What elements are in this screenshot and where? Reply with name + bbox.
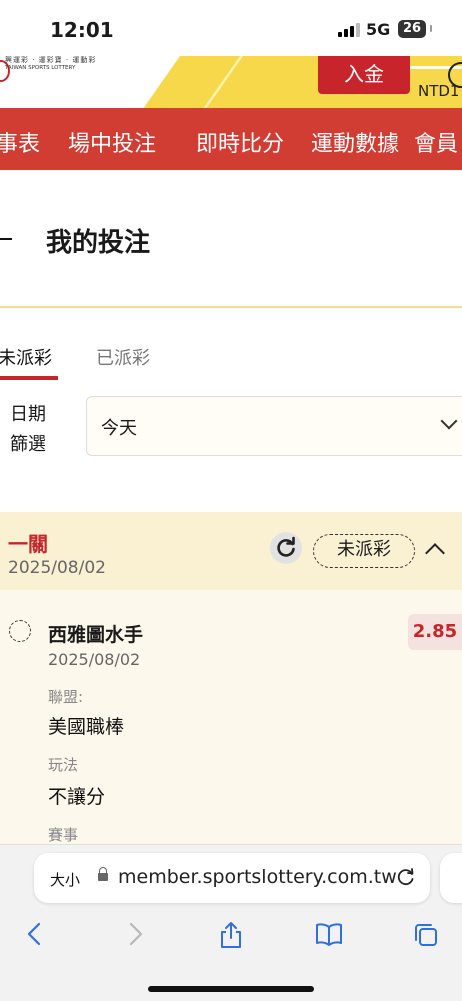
browser-toolbar: 大小 member.sportslottery.com.tw [0,844,462,1001]
lock-icon [98,867,108,881]
nav-item-schedule[interactable]: 事表 [0,126,40,158]
site-header: 興運彩 · 運彩寶 · 運動彩 TAIWAN SPORTS LOTTERY 入金… [0,56,462,108]
selection-status-icon [9,620,31,642]
bet-card-header[interactable]: 一關 2025/08/02 未派彩 [0,512,462,590]
selection-team: 西雅圖水手 [48,624,144,646]
logo-subtext: TAIWAN SPORTS LOTTERY [5,65,76,71]
balance-text: NTD1 [418,82,460,100]
selection-date: 2025/08/02 [48,650,141,669]
play-label: 玩法 [48,756,79,774]
forward-icon[interactable] [124,921,146,947]
main-nav: 事表 場中投注 即時比分 運動數據 會員 [0,108,462,170]
reload-icon[interactable] [394,865,418,889]
bookmarks-icon[interactable] [314,921,344,947]
deposit-button[interactable]: 入金 [318,56,410,94]
nav-item-live-scores[interactable]: 即時比分 [196,126,284,158]
date-filter-select[interactable]: 今天 [86,396,462,456]
date-filter-label: 日期篩選 [10,404,46,455]
header-decoration [143,56,462,108]
share-icon[interactable] [218,921,244,949]
league-value: 美國職棒 [48,716,125,738]
chevron-up-icon[interactable] [425,543,445,563]
status-bar: 12:01 5G 26 [0,0,462,56]
league-label: 聯盟: [48,688,84,706]
tab-active-indicator [0,376,58,380]
text-size-button[interactable]: 大小 [50,869,80,890]
back-arrow-icon[interactable] [0,238,12,240]
sports-lottery-logo[interactable]: 興運彩 · 運彩寶 · 運動彩 TAIWAN SPORTS LOTTERY [0,56,122,84]
page-title: 我的投注 [46,228,151,258]
play-value: 不讓分 [48,786,106,808]
tabs-icon[interactable] [412,921,440,949]
bet-type: 一關 [8,532,48,556]
back-icon[interactable] [24,921,46,947]
tab-unsettled[interactable]: 未派彩 [0,344,52,370]
nav-item-live-betting[interactable]: 場中投注 [68,126,156,158]
bet-selection: 西雅圖水手 2025/08/02 2.85 聯盟: 美國職棒 玩法 不讓分 賽事 [0,590,462,844]
status-time: 12:01 [50,18,114,42]
selection-odds: 2.85 [408,614,462,650]
chevron-down-icon [440,412,458,430]
nav-item-sports-data[interactable]: 運動數據 [311,126,399,158]
event-label: 賽事 [48,826,79,844]
battery-icon: 26 [398,20,427,38]
network-type: 5G [366,20,391,39]
battery-tip [430,25,432,32]
refresh-button[interactable] [270,532,302,564]
next-tab-peek[interactable] [440,853,462,903]
bet-status-badge: 未派彩 [313,534,415,568]
bet-date: 2025/08/02 [8,558,106,578]
url-text: member.sportslottery.com.tw [118,866,397,888]
logo-text: 興運彩 · 運彩寶 · 運動彩 [5,56,97,64]
address-bar[interactable]: 大小 member.sportslottery.com.tw [34,853,430,903]
refresh-icon [277,536,295,557]
tab-settled[interactable]: 已派彩 [96,344,150,370]
date-filter-value: 今天 [101,418,137,439]
nav-item-member[interactable]: 會員 [414,126,458,158]
home-indicator [148,986,314,992]
page-title-bar: 我的投注 [0,170,462,308]
